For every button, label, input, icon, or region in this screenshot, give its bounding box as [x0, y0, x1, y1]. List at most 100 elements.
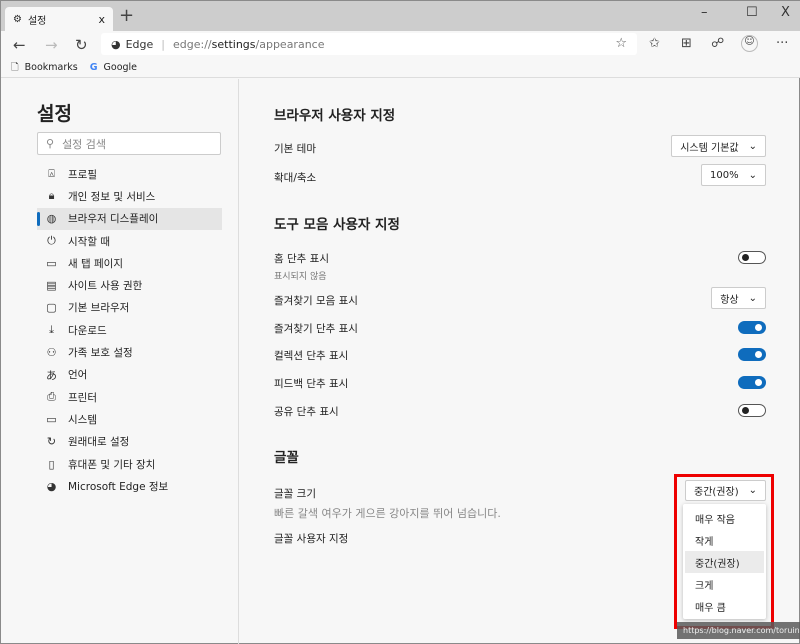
system-icon: ▭ [46, 412, 57, 426]
favorites-button-label: 즐겨찾기 단추 표시 [274, 323, 358, 335]
close-tab-button[interactable]: x [98, 13, 105, 26]
minimize-button[interactable]: – [701, 5, 708, 20]
sidebar-item[interactable]: ↻ 원래대로 설정 [37, 431, 222, 453]
zoom-row: 확대/축소 100% ⌄ [274, 164, 766, 186]
home-button-row: 홈 단추 표시표시되지 않음 [274, 251, 766, 282]
back-icon[interactable]: ← [13, 36, 26, 54]
collections-icon[interactable]: ⊞ [681, 36, 692, 51]
sidebar-item[interactable]: ⤓ 다운로드 [37, 319, 222, 341]
feedback-icon[interactable]: ☍ [711, 36, 724, 51]
collections-button-label: 컬렉션 단추 표시 [274, 350, 349, 362]
maximize-button[interactable]: ☐ [746, 5, 758, 20]
browser-icon: ▢ [46, 301, 57, 315]
share-button-row: 공유 단추 표시 [274, 404, 766, 419]
phone-icon: ▯ [48, 457, 55, 471]
profile-avatar-icon[interactable]: ☺ [741, 35, 758, 52]
theme-value: 시스템 기본값 [680, 142, 739, 154]
chevron-down-icon: ⌄ [748, 169, 757, 181]
sidebar-item-label: Microsoft Edge 정보 [68, 480, 169, 493]
chevron-down-icon: ⌄ [748, 140, 757, 152]
sidebar-item[interactable]: ⏻ 시작할 때 [37, 230, 222, 252]
theme-row: 기본 테마 시스템 기본값 ⌄ [274, 135, 766, 157]
sidebar-item-label: 휴대폰 및 기타 장치 [68, 458, 156, 471]
sidebar-item-label: 다운로드 [68, 324, 107, 337]
section-title-toolbar: 도구 모음 사용자 지정 [274, 217, 400, 233]
tab-bar: ⚙ 설정 x + – ☐ X [1, 1, 800, 31]
url-brand: Edge [125, 37, 154, 51]
favorite-star-icon[interactable]: ☆ [615, 36, 627, 51]
sidebar-item[interactable]: ⍓ 프로필 [37, 163, 222, 185]
sidebar-item[interactable]: 🔒︎ 개인 정보 및 서비스 [37, 185, 222, 207]
share-button-toggle[interactable] [738, 404, 766, 417]
url-host: settings [211, 37, 256, 51]
sidebar-item-label: 시작할 때 [68, 235, 110, 248]
language-icon: あ [46, 368, 57, 382]
favorites-bar-value: 항상 [720, 294, 739, 306]
theme-dropdown[interactable]: 시스템 기본값 ⌄ [671, 135, 766, 157]
gear-icon: ⚙ [13, 13, 22, 25]
zoom-value: 100% [710, 169, 739, 181]
share-button-label: 공유 단추 표시 [274, 406, 339, 418]
settings-sidebar: 설정 ⚲ 설정 검색 ⍓ 프로필 🔒︎ 개인 정보 및 서비스 ◍ 브라우저 디스플레이 ⏻… [2, 79, 239, 644]
sidebar-item-label: 프로필 [68, 168, 97, 181]
sidebar-item[interactable]: ◍ 브라우저 디스플레이 [37, 207, 222, 230]
refresh-icon[interactable]: ↻ [75, 36, 88, 54]
collections-button-toggle[interactable] [738, 348, 766, 361]
browser-window: ⚙ 설정 x + – ☐ X ← → ↻ ◕ Edge | edge://set… [0, 0, 800, 644]
sidebar-item[interactable]: ▯ 휴대폰 및 기타 장치 [37, 453, 222, 475]
download-icon: ⤓ [49, 323, 54, 337]
section-title-fonts: 글꼴 [274, 450, 299, 466]
sidebar-item-label: 기본 브라우저 [68, 302, 130, 315]
home-sublabel: 표시되지 않음 [274, 272, 327, 282]
edge-icon: ◕ [111, 37, 121, 51]
tab-settings[interactable]: ⚙ 설정 x [5, 7, 113, 31]
zoom-dropdown[interactable]: 100% ⌄ [701, 164, 766, 186]
section-title-browser: 브라우저 사용자 지정 [274, 108, 396, 124]
tab-title: 설정 [27, 15, 47, 27]
sidebar-item[interactable]: ⚇ 가족 보호 설정 [37, 341, 222, 363]
sidebar-menu: ⍓ 프로필 🔒︎ 개인 정보 및 서비스 ◍ 브라우저 디스플레이 ⏻ 시작할 때 ▭ 새 탭 페… [37, 163, 222, 497]
settings-search-input[interactable]: ⚲ 설정 검색 [37, 132, 221, 155]
favorites-button-toggle[interactable] [738, 321, 766, 334]
sidebar-item-label: 언어 [68, 369, 88, 382]
feedback-button-label: 피드백 단추 표시 [274, 378, 349, 390]
highlight-box [674, 474, 774, 629]
feedback-button-row: 피드백 단추 표시 [274, 376, 766, 391]
sidebar-item[interactable]: ⎙ 프린터 [37, 386, 222, 408]
search-icon: ⚲ [46, 137, 55, 150]
forward-icon[interactable]: → [45, 36, 58, 54]
sidebar-item[interactable]: あ 언어 [37, 364, 222, 386]
sidebar-title: 설정 [37, 103, 72, 125]
collections-button-row: 컬렉션 단추 표시 [274, 348, 766, 363]
sidebar-item[interactable]: ◕ Microsoft Edge 정보 [37, 475, 222, 497]
address-toolbar: ← → ↻ ◕ Edge | edge://settings/appearanc… [1, 31, 800, 58]
sidebar-item[interactable]: ▭ 새 탭 페이지 [37, 252, 222, 274]
more-icon[interactable]: ··· [776, 36, 788, 51]
address-bar[interactable]: ◕ Edge | edge://settings/appearance ☆ [101, 33, 637, 55]
url-path: /appearance [255, 37, 325, 51]
site-permissions-icon: ▤ [46, 279, 57, 293]
new-tab-button[interactable]: + [119, 5, 134, 26]
url-prefix: edge:// [173, 37, 212, 51]
printer-icon: ⎙ [47, 390, 56, 404]
sidebar-item[interactable]: ▢ 기본 브라우저 [37, 297, 222, 319]
sidebar-item-label: 브라우저 디스플레이 [68, 213, 159, 226]
watermark: https://blog.naver.com/toruin84 [677, 622, 800, 639]
sidebar-item[interactable]: ▭ 시스템 [37, 408, 222, 430]
family-icon: ⚇ [46, 346, 57, 360]
reset-icon: ↻ [46, 435, 57, 449]
sidebar-item-label: 가족 보호 설정 [68, 347, 133, 360]
home-button-toggle[interactable] [738, 251, 766, 264]
sidebar-item[interactable]: ▤ 사이트 사용 권한 [37, 274, 222, 296]
home-label: 홈 단추 표시 [274, 253, 329, 265]
profile-icon: ⍓ [48, 167, 55, 181]
page-icon: 🗋 [11, 61, 19, 73]
feedback-button-toggle[interactable] [738, 376, 766, 389]
bookmark-bookmarks[interactable]: Bookmarks [25, 62, 78, 73]
sidebar-item-label: 사이트 사용 권한 [68, 280, 143, 293]
bookmark-google[interactable]: Google [104, 62, 138, 73]
favorites-icon[interactable]: ✩ [649, 36, 660, 51]
close-window-button[interactable]: X [781, 5, 790, 20]
sidebar-item-label: 시스템 [68, 413, 97, 426]
favorites-bar-dropdown[interactable]: 항상 ⌄ [711, 287, 766, 309]
